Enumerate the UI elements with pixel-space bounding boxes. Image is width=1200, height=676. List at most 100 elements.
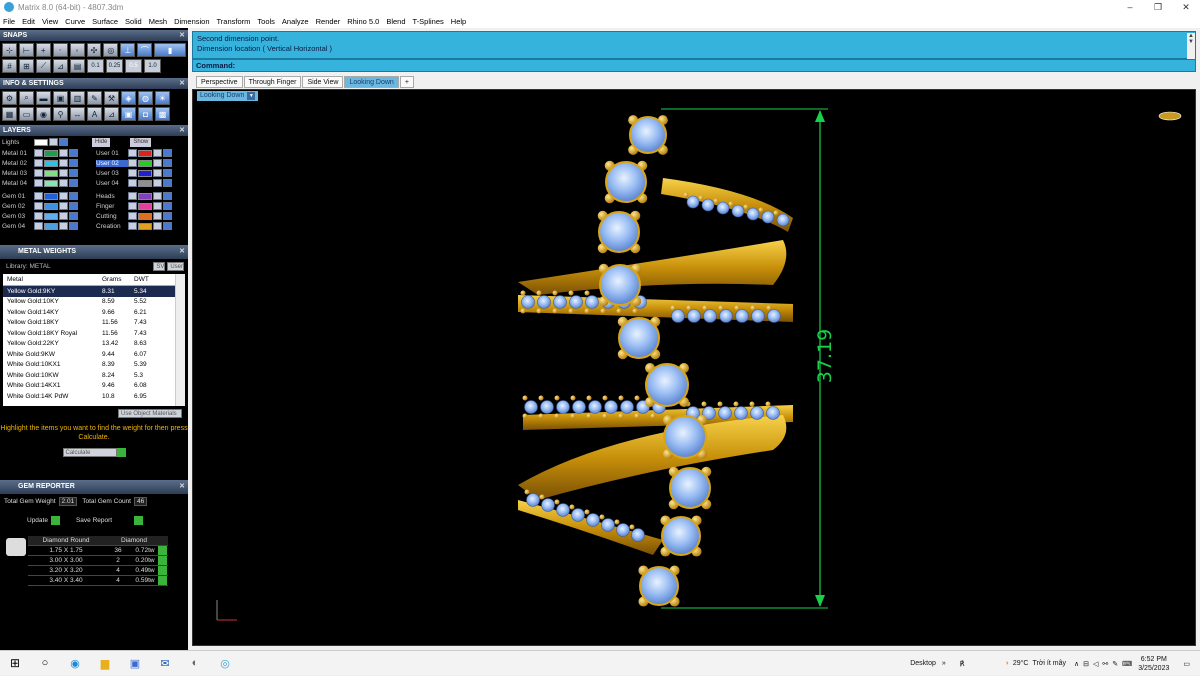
visibility-icon[interactable] [163, 222, 172, 230]
layer-row[interactable]: Gem 02 [2, 201, 94, 211]
settings-icon[interactable]: ⚙ [2, 91, 17, 105]
material-icon[interactable]: ◍ [138, 91, 153, 105]
expand-icon[interactable] [128, 212, 137, 220]
table-row[interactable]: 3.40 X 3.40 4 0.59tw [28, 576, 168, 586]
pen-icon[interactable]: ℟ [960, 660, 965, 668]
edge-icon[interactable]: ◉ [68, 656, 82, 670]
layer-color-swatch[interactable] [44, 179, 58, 187]
layer-color-swatch[interactable] [138, 149, 152, 157]
osnap-icon[interactable]: ⊿ [53, 59, 68, 73]
sv-button[interactable]: SV [153, 262, 166, 271]
matrix-taskbar-icon[interactable]: ◎ [218, 656, 232, 670]
expand-icon[interactable] [34, 212, 43, 220]
table-row[interactable]: White Gold:10KW 8.24 5.3 [3, 370, 185, 381]
layer-row[interactable]: Metal 01 [2, 148, 94, 158]
menu-rhino[interactable]: Rhino 5.0 [347, 17, 379, 26]
keyboard-icon[interactable]: ⌨ [1122, 660, 1132, 668]
rhino-icon[interactable]: ◐ [188, 656, 202, 670]
visibility-icon[interactable] [69, 159, 78, 167]
snap-value-0[interactable]: 0.1 [87, 59, 104, 73]
restore-button[interactable]: ❐ [1144, 0, 1172, 14]
lock-icon[interactable] [59, 192, 68, 200]
snap-mid-icon[interactable]: ⋅ [52, 43, 68, 57]
expand-icon[interactable] [128, 222, 137, 230]
planar-icon[interactable]: ⟋ [36, 59, 51, 73]
scene-icon[interactable]: ▩ [155, 107, 170, 121]
measure-icon[interactable]: ⊿ [104, 107, 119, 121]
tab-through-finger[interactable]: Through Finger [243, 76, 302, 88]
ortho-icon[interactable]: ⊞ [19, 59, 34, 73]
save-report-go-icon[interactable] [134, 516, 144, 525]
row-go-icon[interactable] [158, 566, 167, 575]
table-row[interactable]: Yellow Gold:9KY 8.31 5.34 [3, 286, 185, 297]
visibility-icon[interactable] [163, 169, 172, 177]
layer-row[interactable]: Gem 01 [2, 191, 94, 201]
visibility-icon[interactable] [69, 212, 78, 220]
table-row[interactable]: 3.20 X 3.20 4 0.49tw [28, 566, 168, 576]
view-cube-icon[interactable] [1158, 111, 1182, 121]
layer-row[interactable]: Finger [96, 201, 188, 211]
row-go-icon[interactable] [158, 576, 167, 585]
snap-end-icon[interactable]: ⊹ [2, 43, 17, 57]
globe-icon[interactable]: ◉ [36, 107, 51, 121]
visibility-icon[interactable] [69, 222, 78, 230]
store-icon[interactable]: ▣ [128, 656, 142, 670]
layer-color-swatch[interactable] [138, 212, 152, 220]
viewport[interactable]: Looking Down ▼ 37.19 [192, 89, 1196, 646]
table-row[interactable]: Yellow Gold:18KY Royal 11.56 7.43 [3, 328, 185, 339]
use-object-materials-button[interactable]: Use Object Materials [118, 409, 182, 418]
expand-icon[interactable] [34, 179, 43, 187]
layer-color-swatch[interactable] [44, 169, 58, 177]
lock-icon[interactable] [59, 212, 68, 220]
visibility-icon[interactable] [69, 202, 78, 210]
layer-icon[interactable]: ▥ [70, 91, 85, 105]
lock-icon[interactable] [153, 179, 162, 187]
layer-row[interactable]: Cutting [96, 211, 188, 221]
table-row[interactable]: 1.75 X 1.75 36 0.72tw [28, 546, 168, 556]
layer-row[interactable]: Metal 03 [2, 168, 94, 178]
menu-tsplines[interactable]: T-Splines [413, 17, 444, 26]
table-row[interactable]: White Gold:10KX1 8.39 5.39 [3, 360, 185, 371]
filter-icon[interactable]: ⚲ [53, 107, 68, 121]
lock-icon[interactable] [153, 222, 162, 230]
expand-icon[interactable] [128, 179, 137, 187]
layer-row[interactable]: User 04 [96, 178, 188, 188]
close-button[interactable]: ✕ [1172, 0, 1200, 14]
menu-solid[interactable]: Solid [125, 17, 142, 26]
menu-file[interactable]: File [3, 17, 15, 26]
close-icon[interactable]: ✕ [179, 78, 185, 89]
search-icon[interactable]: ⌕ [19, 91, 34, 105]
camera-icon[interactable]: ◘ [138, 107, 153, 121]
table-row[interactable]: Yellow Gold:18KY 11.56 7.43 [3, 318, 185, 329]
table-row[interactable]: White Gold:14K PdW 10.8 6.95 [3, 391, 185, 402]
menu-edit[interactable]: Edit [22, 17, 35, 26]
update-button[interactable]: Update [27, 517, 48, 524]
clock-date[interactable]: 3/25/2023 [1138, 664, 1169, 673]
light-icon[interactable]: ☀ [155, 91, 170, 105]
expand-icon[interactable] [34, 169, 43, 177]
menu-help[interactable]: Help [451, 17, 466, 26]
calculate-go-icon[interactable] [116, 448, 126, 457]
command-scroll[interactable]: ▲ ▼ [1187, 33, 1195, 59]
visibility-icon[interactable] [69, 192, 78, 200]
desktop-toolbar[interactable]: Desktop [910, 660, 936, 667]
table-scrollbar[interactable] [175, 274, 185, 406]
ruler-icon[interactable]: ▭ [19, 107, 34, 121]
menu-dimension[interactable]: Dimension [174, 17, 209, 26]
layer-color-swatch[interactable] [138, 169, 152, 177]
menu-blend[interactable]: Blend [386, 17, 405, 26]
layer-row[interactable]: User 02 [96, 158, 188, 168]
lock-icon[interactable] [153, 169, 162, 177]
layer-color-swatch[interactable] [44, 202, 58, 210]
tools-icon[interactable]: ⚒ [104, 91, 119, 105]
expand-icon[interactable] [34, 202, 43, 210]
tab-looking-down[interactable]: Looking Down [344, 76, 399, 88]
snap-tan-icon[interactable]: ⌒ [137, 43, 153, 57]
usb-icon[interactable]: ⚯ [1102, 660, 1108, 668]
project-icon[interactable]: ▤ [70, 59, 85, 73]
expand-icon[interactable] [34, 149, 43, 157]
layer-color-swatch[interactable] [44, 212, 58, 220]
close-icon[interactable]: ✕ [179, 125, 185, 136]
menu-render[interactable]: Render [316, 17, 341, 26]
dimension-icon[interactable]: ↔ [70, 107, 85, 121]
